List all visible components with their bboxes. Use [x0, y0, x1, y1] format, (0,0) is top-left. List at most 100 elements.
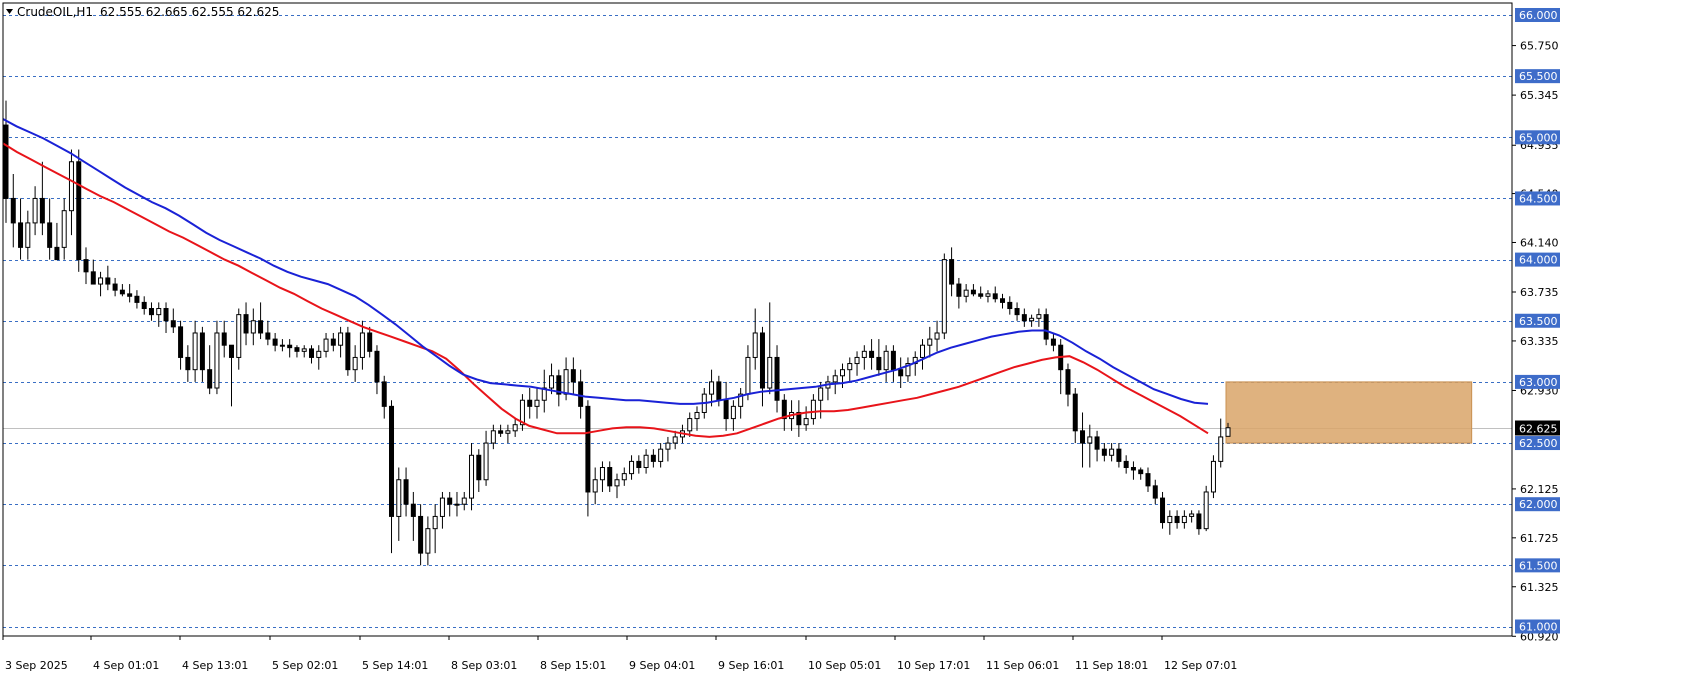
y-tick-label: 64.140: [1520, 236, 1559, 249]
bull-candle-body: [98, 277, 104, 285]
bear-candle-body: [345, 332, 351, 371]
bear-candle-body: [258, 320, 264, 334]
bull-candle-body: [236, 314, 242, 358]
bull-candle-body: [68, 161, 74, 212]
bull-candle-body: [512, 424, 518, 432]
bear-candle-body: [76, 161, 82, 261]
bull-candle-body: [941, 259, 947, 334]
price-chart[interactable]: 65.75065.34564.93564.54064.14063.73563.3…: [0, 0, 1686, 676]
bear-candle-body: [105, 277, 111, 285]
y-tick-label: 61.325: [1520, 581, 1559, 594]
current-price-label: 62.625: [1519, 423, 1558, 436]
y-tick-label: 61.725: [1520, 532, 1559, 545]
bull-candle-body: [832, 375, 838, 383]
bull-candle-body: [338, 332, 344, 346]
bear-candle-body: [949, 259, 955, 285]
bull-candle-body: [1167, 515, 1173, 524]
bull-candle-body: [599, 467, 605, 481]
bear-candle-body: [265, 332, 271, 340]
bear-candle-body: [141, 301, 147, 310]
bull-candle-body: [505, 430, 511, 434]
bull-candle-body: [396, 479, 402, 517]
bull-candle-body: [985, 293, 991, 297]
bear-candle-body: [1196, 513, 1202, 530]
bear-candle-body: [1043, 314, 1049, 340]
bear-candle-body: [956, 283, 962, 297]
bull-candle-body: [592, 479, 598, 493]
bear-candle-body: [1174, 515, 1180, 524]
bear-candle-body: [10, 197, 16, 224]
bear-candle-body: [1152, 485, 1158, 499]
bear-candle-body: [1000, 298, 1006, 303]
bull-candle-body: [439, 497, 445, 517]
chart-area[interactable]: 65.75065.34564.93564.54064.14063.73563.3…: [0, 0, 1686, 676]
bear-candle-body: [869, 350, 875, 358]
bear-candle-body: [1021, 314, 1027, 322]
bear-candle-body: [381, 381, 387, 407]
bull-candle-body: [534, 399, 540, 407]
bear-candle-body: [978, 293, 984, 297]
bull-candle-body: [563, 369, 569, 395]
x-tick-label: 10 Sep 17:01: [897, 659, 970, 672]
candle: [1210, 455, 1216, 499]
x-tick-label: 8 Sep 03:01: [451, 659, 517, 672]
bear-candle-body: [578, 381, 584, 407]
bear-candle-body: [585, 405, 591, 493]
bull-candle-body: [454, 503, 460, 506]
bear-candle-body: [287, 344, 293, 349]
supply-zone[interactable]: [1225, 381, 1473, 444]
bear-candle-body: [185, 356, 191, 371]
bull-candle-body: [1029, 317, 1035, 322]
bear-candle-body: [199, 332, 205, 371]
x-tick-label: 11 Sep 06:01: [986, 659, 1059, 672]
bear-candle-body: [1138, 469, 1144, 475]
symbol-label: CrudeOIL,H1: [17, 5, 93, 19]
bull-candle-body: [192, 332, 198, 371]
bull-candle-body: [861, 350, 867, 358]
bear-candle-body: [759, 332, 765, 389]
bear-candle-body: [127, 293, 133, 297]
ohlc-label: 62.555 62.665 62.555 62.625: [100, 5, 279, 19]
bear-candle-body: [178, 326, 184, 358]
bull-candle-body: [214, 332, 220, 389]
bear-candle-body: [18, 222, 24, 248]
bear-candle-body: [418, 515, 424, 554]
bull-candle-body: [629, 460, 635, 475]
bull-candle-body: [839, 369, 845, 377]
bull-candle-body: [810, 399, 816, 420]
bear-candle-body: [636, 460, 642, 469]
bear-candle-body: [890, 350, 896, 371]
bear-candle-body: [228, 344, 234, 358]
bear-candle-body: [83, 259, 89, 273]
bull-candle-body: [883, 350, 889, 371]
bull-candle-body: [767, 356, 773, 389]
bear-candle-body: [970, 289, 976, 295]
bull-candle-body: [323, 338, 329, 352]
bull-candle-body: [279, 344, 285, 347]
bull-candle-body: [920, 344, 925, 358]
bear-candle-body: [1007, 301, 1013, 310]
bull-candle-body: [1225, 427, 1231, 437]
bear-candle-body: [723, 399, 729, 420]
bull-candle-body: [352, 356, 358, 371]
bear-candle-body: [570, 369, 576, 383]
candle: [76, 149, 82, 272]
y-tick-label: 65.750: [1520, 40, 1559, 53]
bear-candle-body: [134, 295, 140, 303]
x-tick-label: 4 Sep 13:01: [182, 659, 248, 672]
level-badge-label: 64.500: [1519, 192, 1558, 205]
bear-candle-body: [163, 308, 169, 322]
bear-candle-body: [243, 314, 249, 334]
bear-candle-body: [294, 347, 300, 352]
x-tick-label: 11 Sep 18:01: [1075, 659, 1148, 672]
x-tick-label: 9 Sep 04:01: [629, 659, 695, 672]
bear-candle-body: [476, 454, 482, 481]
x-tick-label: 10 Sep 05:01: [808, 659, 881, 672]
bear-candle-body: [650, 454, 656, 462]
bear-candle-body: [221, 332, 227, 346]
y-tick-label: 62.125: [1520, 483, 1559, 496]
bear-candle-body: [90, 271, 96, 285]
candle: [941, 253, 947, 340]
y-tick-label: 65.345: [1520, 89, 1559, 102]
candle: [345, 326, 351, 376]
